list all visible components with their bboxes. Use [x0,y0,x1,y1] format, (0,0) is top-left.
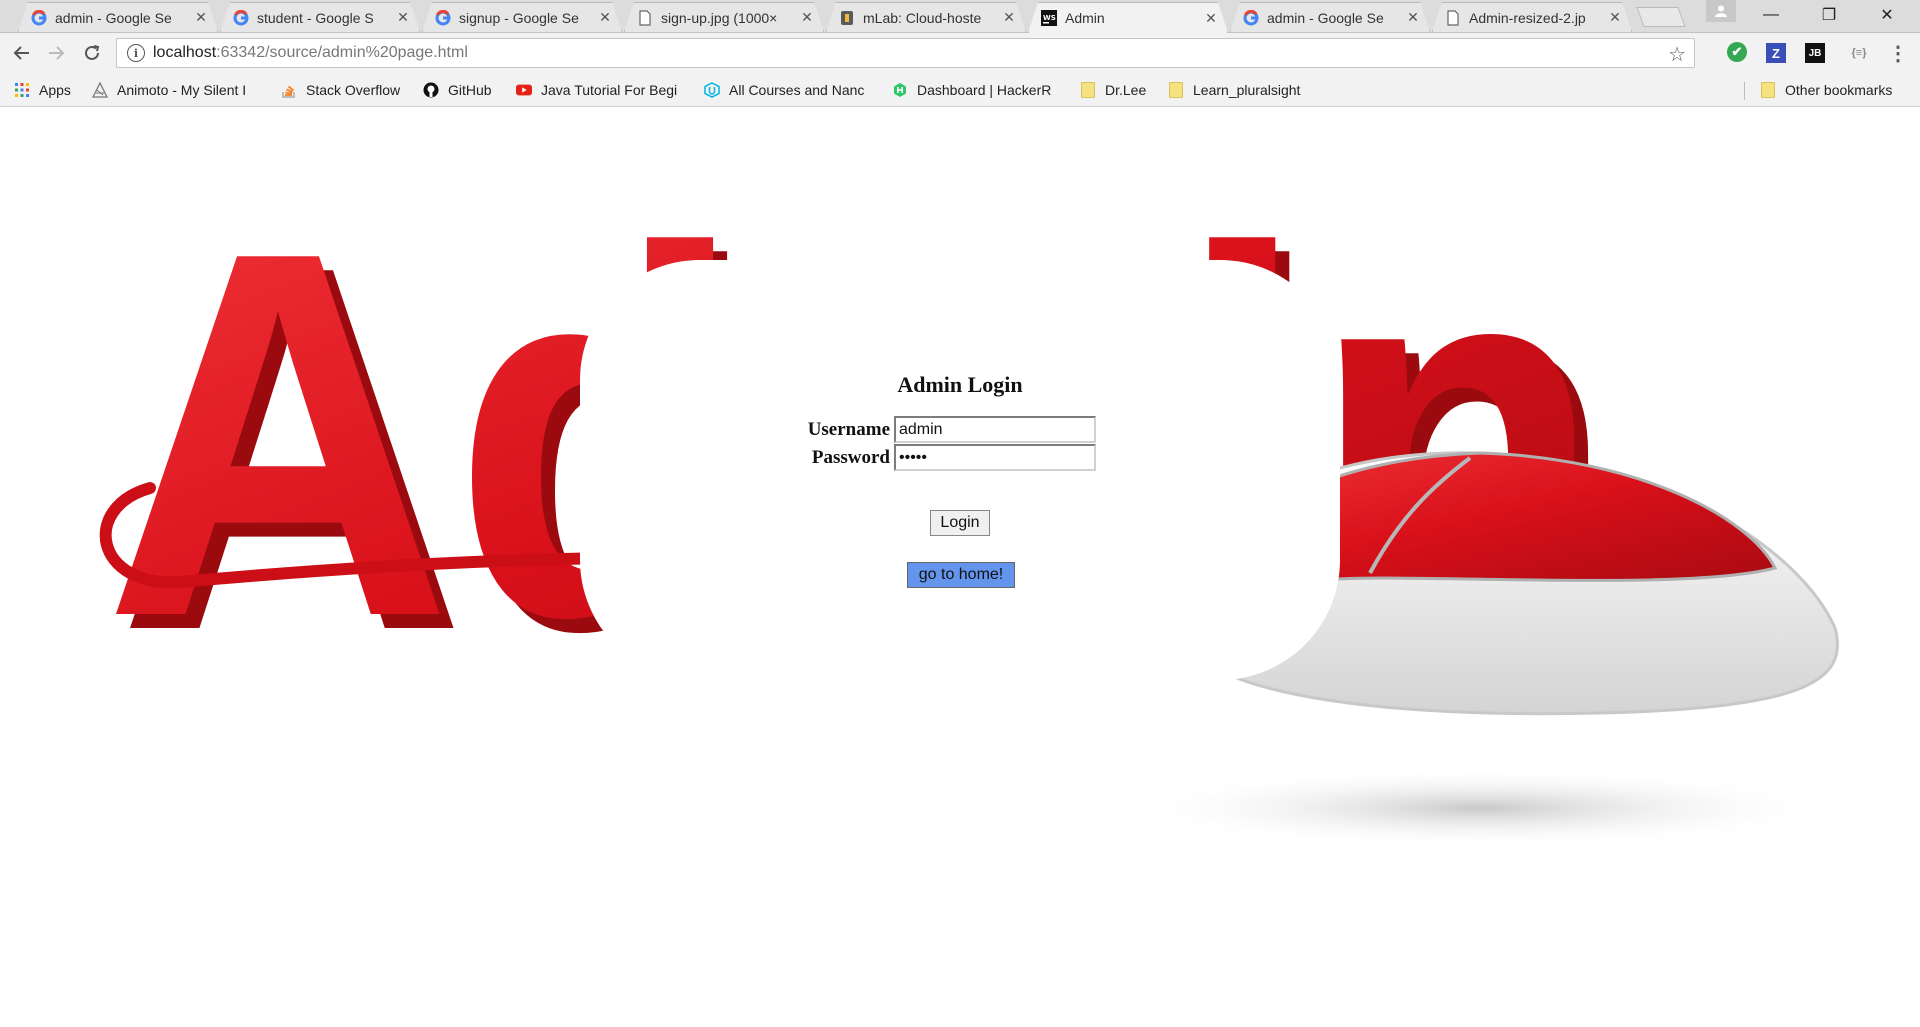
stackoverflow-icon [281,82,297,98]
bookmark-folder-drlee[interactable]: Dr.Lee [1080,79,1146,101]
bookmark-udacity[interactable]: All Courses and Nanc [704,79,864,101]
password-label: Password [811,446,890,468]
page-title: Admin Login [897,372,1023,397]
close-icon[interactable]: ✕ [1405,9,1421,26]
close-icon[interactable]: ✕ [597,9,613,26]
password-input[interactable] [894,444,1096,471]
username-label: Username [807,418,890,440]
github-icon [423,82,439,98]
bookmark-label: Animoto - My Silent I [117,82,247,98]
tab-strip: admin - Google Se ✕ student - Google S ✕… [0,0,1920,33]
bookmarks-bar: Apps Animoto - My Silent I Stack Overflo… [0,73,1920,107]
bookmark-hackerrank[interactable]: Dashboard | HackerR [892,79,1051,101]
bookmark-java-tutorial[interactable]: Java Tutorial For Begi [516,79,677,101]
tab-title: student - Google S [257,9,374,26]
google-icon [435,10,451,26]
tab-title: sign-up.jpg (1000× [661,9,778,26]
browser-tab[interactable]: student - Google S ✕ [220,2,420,32]
bookmark-label: Stack Overflow [306,82,401,98]
close-icon[interactable]: ✕ [1001,9,1017,26]
close-icon[interactable]: ✕ [193,9,209,26]
folder-icon [1080,82,1096,98]
google-icon [233,10,249,26]
folder-icon [1168,82,1184,98]
jetbrains-icon[interactable]: JB [1805,43,1825,63]
browser-tab[interactable]: admin - Google Se ✕ [1230,2,1430,32]
browser-tab-active[interactable]: WS Admin ✕ [1028,2,1228,33]
apps-grid-icon [14,82,30,98]
reload-icon[interactable] [80,41,104,65]
hackerrank-icon [892,82,908,98]
page-viewport: Admin Admin Admin Login Username Passwor… [0,108,1920,1027]
bookmark-label: Apps [39,82,71,98]
bookmark-label: Dr.Lee [1105,82,1147,98]
webstorm-icon: WS [1041,10,1057,26]
password-row: Password [780,444,1096,471]
bookmark-star-icon[interactable]: ☆ [1668,42,1686,67]
info-icon[interactable]: i [127,44,145,62]
animoto-icon [92,82,108,98]
bookmark-folder-pluralsight[interactable]: Learn_pluralsight [1168,79,1300,101]
browser-tab[interactable]: Admin-resized-2.jp ✕ [1432,2,1632,32]
close-icon[interactable]: ✕ [1607,9,1623,26]
login-card: Admin Login Username Password Login go t… [580,260,1340,680]
close-icon[interactable]: ✕ [1203,10,1219,27]
menu-dots-icon[interactable]: ⋮ [1888,43,1908,65]
udacity-icon [704,82,720,98]
browser-toolbar: i localhost:63342/source/admin%20page.ht… [0,33,1920,73]
tab-title: Admin [1065,10,1105,26]
username-row: Username [780,416,1096,443]
google-icon [31,10,47,26]
bookmark-label: All Courses and Nanc [729,82,865,98]
mlab-icon [839,10,855,26]
other-bookmarks-folder[interactable]: Other bookmarks [1760,79,1892,101]
minimize-icon[interactable]: — [1742,0,1800,30]
bookmark-stackoverflow[interactable]: Stack Overflow [281,79,400,101]
file-icon [1445,10,1461,26]
browser-tab[interactable]: mLab: Cloud-hoste ✕ [826,2,1026,32]
address-bar[interactable]: i localhost:63342/source/admin%20page.ht… [116,38,1695,68]
tab-title: signup - Google Se [459,9,579,26]
svg-text:WS: WS [1043,14,1056,22]
browser-tab[interactable]: admin - Google Se ✕ [18,2,218,32]
url-path: :63342/source/admin%20page.html [216,44,468,61]
check-icon[interactable]: ✔ [1727,42,1747,62]
username-input[interactable] [894,416,1096,443]
close-icon[interactable]: ✕ [799,9,815,26]
tab-title: admin - Google Se [55,9,172,26]
bookmark-label: Learn_pluralsight [1193,82,1301,98]
close-window-icon[interactable]: ✕ [1858,0,1916,30]
back-icon[interactable] [10,41,34,65]
json-viewer-icon[interactable]: {≡} [1846,43,1872,63]
bookmark-label: GitHub [448,82,492,98]
browser-tab[interactable]: sign-up.jpg (1000× ✕ [624,2,824,32]
google-icon [1243,10,1259,26]
new-tab-button[interactable] [1636,7,1686,27]
browser-tab[interactable]: signup - Google Se ✕ [422,2,622,32]
bookmark-label: Java Tutorial For Begi [541,82,678,98]
tab-title: Admin-resized-2.jp [1469,9,1586,26]
profile-icon[interactable] [1706,0,1736,22]
bookmark-label: Other bookmarks [1785,82,1893,98]
zotero-icon[interactable]: Z [1766,43,1786,63]
youtube-icon [516,82,532,98]
url-host: localhost [153,44,217,61]
file-icon [637,10,653,26]
folder-icon [1760,82,1776,98]
go-to-home-button[interactable]: go to home! [907,562,1015,588]
forward-icon[interactable] [44,41,68,65]
bookmark-label: Dashboard | HackerR [917,82,1052,98]
bookmark-animoto[interactable]: Animoto - My Silent I [92,79,246,101]
restore-icon[interactable]: ❐ [1800,0,1858,30]
login-button[interactable]: Login [930,510,990,536]
bookmark-apps[interactable]: Apps [14,79,71,101]
bookmarks-divider [1744,82,1745,100]
close-icon[interactable]: ✕ [395,9,411,26]
tab-title: admin - Google Se [1267,9,1384,26]
tab-title: mLab: Cloud-hoste [863,9,982,26]
bookmark-github[interactable]: GitHub [423,79,492,101]
